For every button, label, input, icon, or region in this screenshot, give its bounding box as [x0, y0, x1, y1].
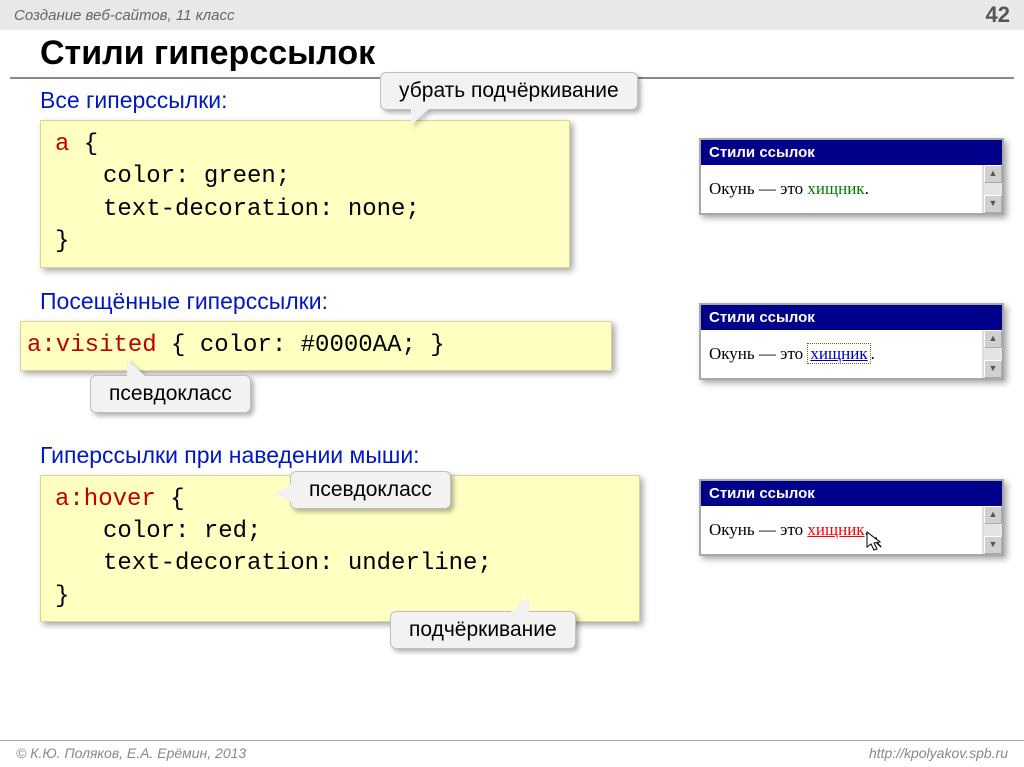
slide-header: Создание веб-сайтов, 11 класс 42 [0, 0, 1024, 30]
scrollbar[interactable]: ▲ ▼ [984, 165, 1002, 213]
slide-footer: © К.Ю. Поляков, Е.А. Ерёмин, 2013 http:/… [0, 740, 1024, 767]
scrollbar[interactable]: ▲ ▼ [984, 506, 1002, 554]
preview-window-blue: Стили ссылок Окунь — это хищник. ▲ ▼ [699, 303, 1004, 380]
window-titlebar: Стили ссылок [701, 481, 1002, 506]
preview-window-red: Стили ссылок Окунь — это хищник. ↖ ▲ ▼ [699, 479, 1004, 556]
callout-remove-underline: убрать подчёркивание [380, 72, 638, 110]
footer-copyright: © К.Ю. Поляков, Е.А. Ерёмин, 2013 [16, 745, 246, 761]
preview-link-red[interactable]: хищник [807, 520, 864, 539]
scroll-down-icon[interactable]: ▼ [984, 360, 1002, 378]
scroll-down-icon[interactable]: ▼ [984, 195, 1002, 213]
footer-url: http://kpolyakov.spb.ru [869, 745, 1008, 761]
window-titlebar: Стили ссылок [701, 305, 1002, 330]
preview-link-green[interactable]: хищник [807, 179, 864, 198]
scrollbar[interactable]: ▲ ▼ [984, 330, 1002, 378]
cursor-icon [865, 530, 885, 554]
scroll-up-icon[interactable]: ▲ [984, 506, 1002, 524]
preview-window-green: Стили ссылок Окунь — это хищник. ▲ ▼ [699, 138, 1004, 215]
scroll-up-icon[interactable]: ▲ [984, 330, 1002, 348]
callout-pseudoclass-1: псевдокласс [90, 375, 251, 413]
window-titlebar: Стили ссылок [701, 140, 1002, 165]
page-number: 42 [986, 2, 1010, 28]
code-all-links: a { color: green; text-decoration: none;… [40, 120, 570, 268]
code-visited-links: a:visited { color: #0000AA; } [20, 321, 612, 371]
section-hover-label: Гиперссылки при наведении мыши: [40, 442, 1004, 469]
callout-underline: подчёркивание [390, 611, 576, 649]
scroll-down-icon[interactable]: ▼ [984, 536, 1002, 554]
scroll-up-icon[interactable]: ▲ [984, 165, 1002, 183]
breadcrumb: Создание веб-сайтов, 11 класс [14, 7, 234, 24]
callout-pseudoclass-2: псевдокласс [290, 471, 451, 509]
preview-link-blue[interactable]: хищник [807, 343, 870, 364]
